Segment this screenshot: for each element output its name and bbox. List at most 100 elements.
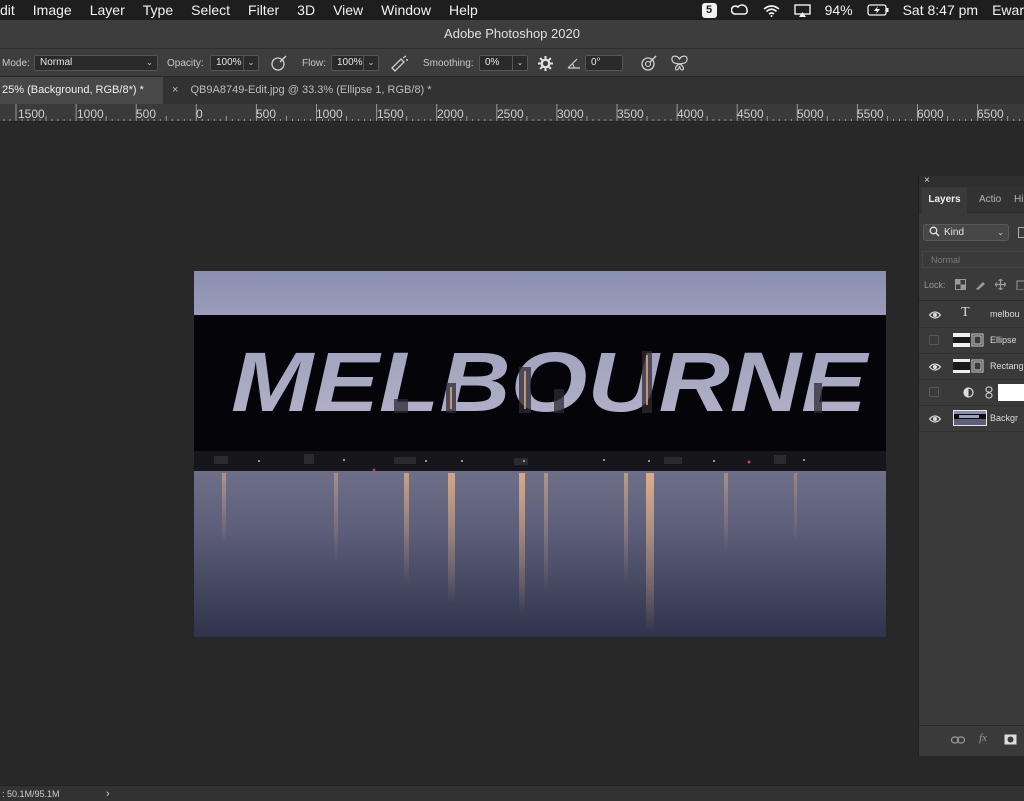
- flow-field[interactable]: 100% ⌄: [331, 55, 379, 71]
- horizontal-ruler[interactable]: 1500 1000 500 0 500 1000 1500 2000 2500 …: [0, 104, 1024, 122]
- tab-layers[interactable]: Layers: [922, 187, 967, 213]
- flow-field-wrap: 100% ⌄: [331, 49, 379, 77]
- angle-field[interactable]: 0°: [585, 55, 623, 71]
- ruler-label: 500: [256, 107, 277, 121]
- menu-window[interactable]: Window: [372, 0, 440, 20]
- layer-name[interactable]: melbou: [990, 309, 1020, 319]
- notification-badge[interactable]: 5: [701, 2, 717, 18]
- tab-background-document[interactable]: 25% (Background, RGB/8*) *: [0, 77, 163, 104]
- wifi-icon[interactable]: [763, 4, 780, 17]
- ruler-label: 3000: [557, 107, 584, 121]
- close-icon[interactable]: ×: [924, 176, 930, 186]
- tab-actions[interactable]: Actio: [979, 187, 1001, 213]
- layer-name[interactable]: Rectang: [990, 361, 1024, 371]
- pressure-opacity-icon[interactable]: [270, 49, 288, 77]
- ruler-label: 6500: [977, 107, 1004, 121]
- chevron-down-icon[interactable]: ⌄: [512, 56, 527, 70]
- smoothing-field-wrap: 0% ⌄: [479, 49, 528, 77]
- menu-3d[interactable]: 3D: [288, 0, 324, 20]
- options-bar: Mode: Normal ⌄ Opacity: 100% ⌄ Flow: 100…: [0, 48, 1024, 76]
- blend-mode-select[interactable]: Normal: [922, 251, 1024, 268]
- status-menu-area: 5 94% Sat 8:47 pm Ewar: [701, 0, 1024, 20]
- melbourne-text[interactable]: MELBOURNE: [231, 335, 870, 429]
- add-mask-icon[interactable]: [1004, 734, 1017, 747]
- layers-panel-footer: fx: [919, 725, 1024, 756]
- menu-bar: dit Image Layer Type Select Filter 3D Vi…: [0, 0, 1024, 20]
- angle-value: 0°: [591, 57, 601, 68]
- gear-icon[interactable]: [538, 49, 553, 77]
- adjustment-layer-icon: [963, 387, 974, 400]
- link-icon[interactable]: [985, 386, 993, 401]
- creative-cloud-icon[interactable]: [730, 3, 749, 17]
- battery-percent[interactable]: 94%: [825, 2, 853, 18]
- mode-value: Normal: [40, 57, 73, 68]
- clock[interactable]: Sat 8:47 pm: [903, 2, 979, 18]
- menu-type[interactable]: Type: [134, 0, 182, 20]
- eye-icon[interactable]: [928, 362, 942, 372]
- airbrush-icon[interactable]: [389, 49, 409, 77]
- document-image[interactable]: MELBOURNE: [194, 271, 886, 637]
- battery-charging-icon[interactable]: [866, 4, 889, 16]
- menu-filter[interactable]: Filter: [239, 0, 288, 20]
- layer-row[interactable]: [919, 380, 1024, 406]
- ruler-label: 6000: [917, 107, 944, 121]
- chevron-down-icon[interactable]: ⌄: [243, 56, 258, 70]
- image-filter-icon[interactable]: [1018, 227, 1024, 238]
- ruler-label: 1000: [316, 107, 343, 121]
- pressure-size-icon[interactable]: [640, 49, 658, 77]
- lock-artboard-icon[interactable]: [1015, 279, 1024, 292]
- smoothing-field[interactable]: 0% ⌄: [479, 55, 528, 71]
- menu-layer[interactable]: Layer: [81, 0, 134, 20]
- layer-row[interactable]: Backgr: [919, 406, 1024, 432]
- menu-image[interactable]: Image: [24, 0, 81, 20]
- visibility-toggle[interactable]: [929, 387, 939, 397]
- ruler-label: 4500: [737, 107, 764, 121]
- user-name[interactable]: Ewar: [992, 2, 1024, 18]
- lock-image-pixels-icon[interactable]: [975, 279, 986, 292]
- menu-select[interactable]: Select: [182, 0, 239, 20]
- status-menu-arrow[interactable]: ›: [106, 786, 110, 801]
- layer-row[interactable]: Rectang: [919, 354, 1024, 380]
- link-layers-icon[interactable]: [950, 735, 966, 747]
- shape-thumbnail-icon: [953, 358, 984, 374]
- tab-qb9a8749-edit[interactable]: × QB9A8749-Edit.jpg @ 33.3% (Ellipse 1, …: [163, 77, 432, 104]
- lock-position-icon[interactable]: [994, 278, 1007, 292]
- layer-row[interactable]: Ellipse: [919, 328, 1024, 354]
- panel-header: ×: [919, 176, 1024, 187]
- smoothing-label: Smoothing:: [423, 57, 474, 69]
- ruler-label: 1500: [377, 107, 404, 121]
- eye-icon[interactable]: [928, 414, 942, 424]
- menu-view[interactable]: View: [324, 0, 372, 20]
- opacity-value: 100%: [216, 57, 242, 68]
- layer-name[interactable]: Ellipse: [990, 335, 1017, 345]
- document-canvas[interactable]: MELBOURNE: [194, 271, 886, 637]
- eye-icon[interactable]: [928, 310, 942, 320]
- ruler-label: 2000: [437, 107, 464, 121]
- airplay-icon[interactable]: [793, 3, 811, 17]
- fx-icon[interactable]: fx: [979, 732, 987, 744]
- chevron-down-icon[interactable]: ⌄: [363, 56, 378, 70]
- document-size: : 50.1M/95.1M: [2, 789, 60, 799]
- panel-tabs: Layers Actio Hi: [919, 187, 1024, 213]
- status-bar: : 50.1M/95.1M ›: [0, 785, 1024, 801]
- ruler-label: 4000: [677, 107, 704, 121]
- lock-transparent-pixels-icon[interactable]: [955, 279, 966, 292]
- ruler-label: 500: [136, 107, 157, 121]
- chevron-down-icon: ⌄: [997, 228, 1004, 237]
- symmetry-butterfly-icon[interactable]: [670, 49, 689, 77]
- layer-row[interactable]: T melbou: [919, 302, 1024, 328]
- mode-select[interactable]: Normal ⌄: [34, 55, 158, 71]
- opacity-field[interactable]: 100% ⌄: [210, 55, 259, 71]
- menu-edit[interactable]: dit: [0, 0, 24, 20]
- visibility-toggle[interactable]: [929, 335, 939, 345]
- menu-help[interactable]: Help: [440, 0, 487, 20]
- layer-name[interactable]: Backgr: [990, 413, 1018, 423]
- window-title-bar: Adobe Photoshop 2020: [0, 20, 1024, 48]
- kind-filter-select[interactable]: Kind ⌄: [923, 224, 1009, 241]
- layer-mask-thumbnail[interactable]: [998, 384, 1024, 401]
- close-icon[interactable]: ×: [172, 77, 178, 104]
- flow-value: 100%: [337, 57, 363, 68]
- tab-history[interactable]: Hi: [1014, 187, 1023, 213]
- divider: [919, 300, 1024, 301]
- window-title: Adobe Photoshop 2020: [444, 26, 580, 41]
